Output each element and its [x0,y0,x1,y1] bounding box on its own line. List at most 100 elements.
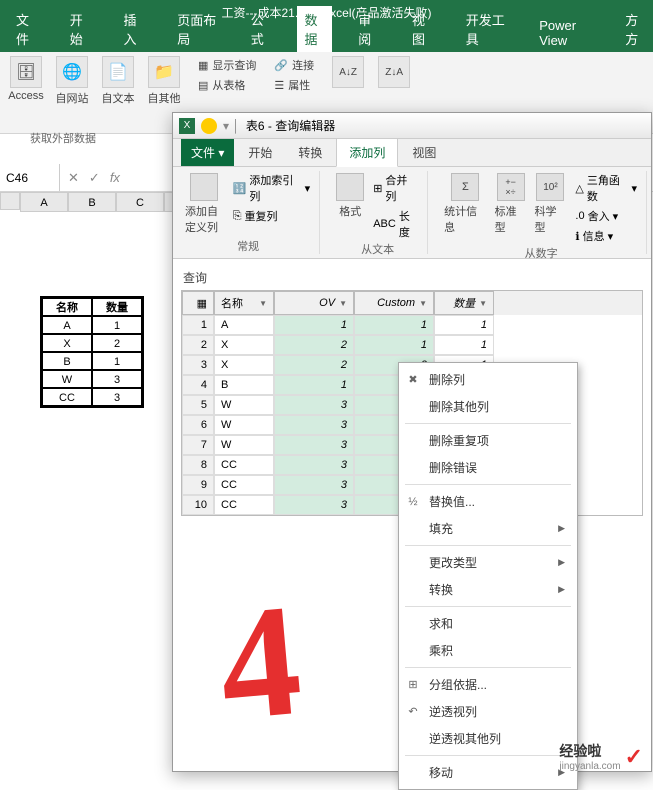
cell-name[interactable]: W [214,415,274,435]
fx-icon[interactable]: fx [110,170,120,185]
cell-name[interactable]: X [214,335,274,355]
table-row[interactable]: 1A111 [182,315,642,335]
cell-ov[interactable]: 3 [274,435,354,455]
btn-properties[interactable]: ☰ 属性 [270,76,318,94]
tab-home[interactable]: 开始 [62,6,98,52]
cancel-icon[interactable]: ✕ [68,170,79,186]
menu-remove-col[interactable]: ✖删除列 [399,366,577,393]
btn-connections[interactable]: 🔗 连接 [270,56,318,74]
cell-ov[interactable]: 1 [274,375,354,395]
col-header-name[interactable]: 名称▼ [214,291,274,315]
dropdown-icon[interactable]: ▼ [259,299,267,308]
tab-powerview[interactable]: Power View [531,14,599,52]
row-corner[interactable]: ▦ [182,291,214,315]
table-header-name[interactable]: 名称 [42,298,92,316]
cell-ov[interactable]: 3 [274,495,354,515]
menu-unpivot[interactable]: ↶逆透视列 [399,698,577,725]
table-header-qty[interactable]: 数量 [92,298,142,316]
btn-show-query[interactable]: ▦ 显示查询 [194,56,260,74]
menu-replace[interactable]: ½替换值... [399,488,577,515]
cell-name[interactable]: W [214,395,274,415]
col-header-c[interactable]: C [116,192,164,212]
menu-sum[interactable]: 求和 [399,610,577,637]
btn-stats[interactable]: Σ 统计信息 [442,171,489,245]
cell-custom[interactable]: 1 [354,315,434,335]
tab-view[interactable]: 视图 [404,6,440,52]
cell[interactable]: W [42,370,92,388]
qe-tab-transform[interactable]: 转换 [286,139,334,166]
cell-name[interactable]: X [214,355,274,375]
menu-groupby[interactable]: ⊞分组依据... [399,671,577,698]
cell-ov[interactable]: 3 [274,475,354,495]
cell-qty[interactable]: 1 [434,335,494,355]
tab-layout[interactable]: 页面布局 [169,6,225,52]
btn-round[interactable]: .0舍入 ▾ [572,207,640,225]
cell-name[interactable]: W [214,435,274,455]
menu-move[interactable]: 移动▶ [399,759,577,786]
cell-ov[interactable]: 3 [274,415,354,435]
menu-transform[interactable]: 转换▶ [399,576,577,603]
btn-scientific[interactable]: 10² 科学型 [533,171,569,245]
cell[interactable]: 1 [92,316,142,334]
cell[interactable]: B [42,352,92,370]
cell[interactable]: A [42,316,92,334]
cell[interactable]: 1 [92,352,142,370]
menu-remove-err[interactable]: 删除错误 [399,454,577,481]
cell-name[interactable]: B [214,375,274,395]
cell-ov[interactable]: 2 [274,335,354,355]
tab-review[interactable]: 审阅 [350,6,386,52]
menu-unpivot-other[interactable]: 逆透视其他列 [399,725,577,752]
cell-name[interactable]: CC [214,475,274,495]
col-header-b[interactable]: B [68,192,116,212]
dropdown-icon[interactable]: ▼ [419,299,427,308]
btn-sort-za[interactable]: Z↓A [374,56,414,88]
table-row[interactable]: 2X211 [182,335,642,355]
cell-qty[interactable]: 1 [434,315,494,335]
tab-dev[interactable]: 开发工具 [458,6,514,52]
btn-index-col[interactable]: 🔢添加索引列 ▾ [230,171,313,205]
menu-remove-dup[interactable]: 删除重复项 [399,427,577,454]
cell-ov[interactable]: 3 [274,455,354,475]
btn-from-table[interactable]: ▤ 从表格 [194,76,260,94]
cell-ov[interactable]: 3 [274,395,354,415]
btn-format[interactable]: 格式 [334,171,366,241]
tab-formula[interactable]: 公式 [243,6,279,52]
tab-file[interactable]: 文件 [8,6,44,52]
btn-standard[interactable]: +−×÷ 标准型 [493,171,529,245]
cell[interactable]: 3 [92,388,142,406]
cell-ov[interactable]: 1 [274,315,354,335]
btn-length[interactable]: ABC长度 [370,207,421,241]
btn-info[interactable]: ℹ信息 ▾ [572,227,640,245]
btn-from-other[interactable]: 📁 自其他 [144,56,184,106]
cell[interactable]: 3 [92,370,142,388]
qe-tab-home[interactable]: 开始 [236,139,284,166]
cell[interactable]: 2 [92,334,142,352]
cell[interactable]: X [42,334,92,352]
qe-tab-file[interactable]: 文件 ▾ [181,139,234,166]
confirm-icon[interactable]: ✓ [89,170,100,186]
qe-tab-addcol[interactable]: 添加列 [336,138,398,167]
col-header-qty[interactable]: 数量▼ [434,291,494,315]
cell-name[interactable]: A [214,315,274,335]
cell-ov[interactable]: 2 [274,355,354,375]
dropdown-icon[interactable]: ▼ [479,299,487,308]
tab-insert[interactable]: 插入 [116,6,152,52]
dropdown-icon[interactable]: ▼ [339,299,347,308]
btn-from-web[interactable]: 🌐 自网站 [52,56,92,106]
btn-trig[interactable]: △三角函数 ▾ [572,171,640,205]
name-box[interactable]: C46 [0,164,60,191]
select-all-corner[interactable] [0,192,20,210]
btn-from-access[interactable]: 🗄 Access [6,56,46,106]
qe-titlebar[interactable]: X ▾ │ 表6 - 查询编辑器 [173,113,651,139]
cell-name[interactable]: CC [214,455,274,475]
btn-custom-col[interactable]: 添加自定义列 [183,171,226,237]
menu-remove-other[interactable]: 删除其他列 [399,393,577,420]
menu-change-type[interactable]: 更改类型▶ [399,549,577,576]
btn-merge[interactable]: ⊞合并列 [370,171,421,205]
btn-sort-az[interactable]: A↓Z [328,56,368,88]
btn-dup-col[interactable]: ⎘重复列 [230,207,313,225]
menu-product[interactable]: 乘积 [399,637,577,664]
qe-tab-view[interactable]: 视图 [400,139,448,166]
col-header-a[interactable]: A [20,192,68,212]
cell[interactable]: CC [42,388,92,406]
